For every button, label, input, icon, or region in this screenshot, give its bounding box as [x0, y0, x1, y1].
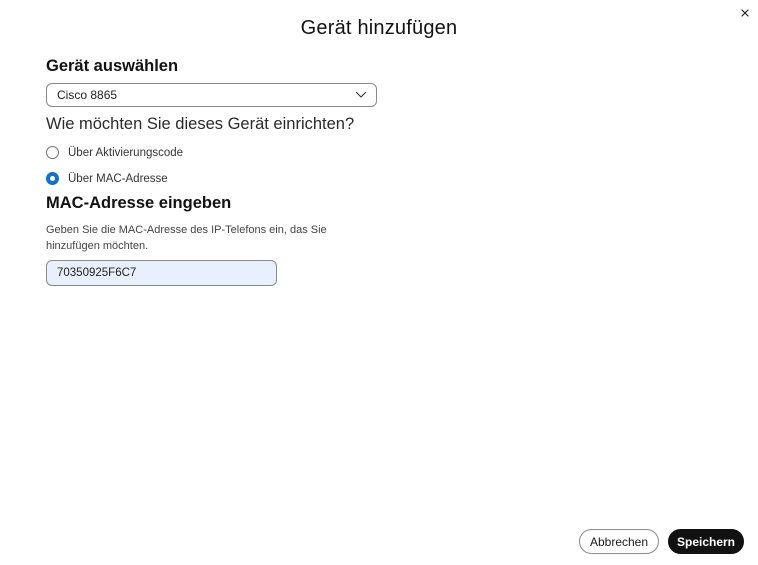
mac-address-input[interactable]: [46, 260, 277, 286]
radio-option-activation-code[interactable]: Über Aktivierungscode: [46, 146, 183, 159]
setup-method-question: Wie möchten Sie dieses Gerät einrichten?: [46, 115, 355, 133]
dialog-title: Gerät hinzufügen: [300, 17, 458, 39]
radio-label-activation-code: Über Aktivierungscode: [68, 146, 184, 159]
device-model-select[interactable]: Cisco 8865: [46, 83, 377, 107]
mac-address-help-text: Geben Sie die MAC-Adresse des IP-Telefon…: [46, 224, 327, 252]
chevron-down-icon: [355, 91, 367, 98]
cancel-button[interactable]: Abbrechen: [579, 529, 659, 554]
radio-button-checked[interactable]: [46, 172, 59, 185]
close-icon: [741, 9, 749, 17]
radio-option-mac-address[interactable]: Über MAC-Adresse: [46, 172, 168, 185]
add-device-dialog: Gerät hinzufügen Gerät auswählen Cisco 8…: [0, 0, 758, 565]
radio-label-mac-address: Über MAC-Adresse: [68, 172, 168, 185]
mac-address-heading: MAC-Adresse eingeben: [46, 194, 232, 212]
device-model-value: Cisco 8865: [57, 88, 118, 102]
save-button[interactable]: Speichern: [668, 529, 744, 554]
device-select-heading: Gerät auswählen: [46, 57, 179, 75]
radio-button-unchecked[interactable]: [46, 146, 59, 159]
